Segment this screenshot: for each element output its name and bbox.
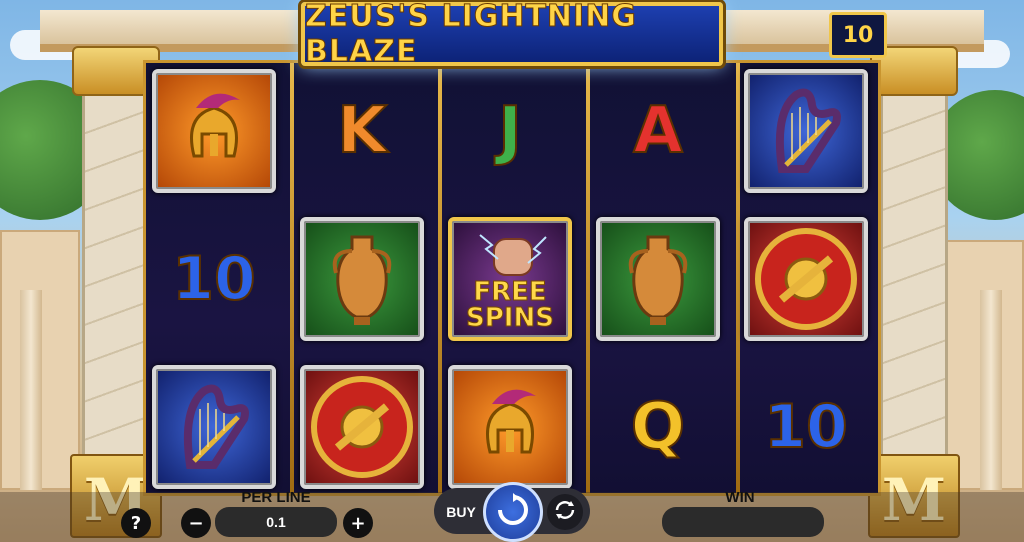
ace-symbol-text: A [632,93,684,169]
reel-1-row-1-symbol [150,67,278,195]
jack-symbol-text: J [497,93,523,169]
free-spins-text-line2: SPINS [466,303,555,333]
shield-icon [300,365,424,489]
reel-4-row-1-symbol: A [594,67,722,195]
reel-divider [290,63,294,493]
reel-1-row-3-symbol [150,363,278,491]
shield-icon [744,217,868,341]
lightning-fist-icon: FREE SPINS [448,217,572,341]
reel-2-row-1-symbol: K [298,67,426,195]
reel-2-row-3-symbol [298,363,426,491]
helmet-icon [448,365,572,489]
reel-4-row-2-symbol [594,215,722,343]
queen-symbol-text: Q [630,389,686,465]
game-title: ZEUS'S LIGHTNING BLAZE [305,0,637,70]
lines-count-badge: 10 [829,12,887,58]
win-label: WIN [725,489,755,506]
reel-3-row-2-symbol: FREE SPINS [446,215,574,343]
helmet-icon [152,69,276,193]
reel-4-row-3-symbol: Q [594,363,722,491]
harp-icon [744,69,868,193]
per-line-value: 0.1 [215,507,337,537]
buy-feature-button[interactable]: BUY [440,498,482,526]
reel-grid: 10 K J FREE SPINS A Q 10 [143,60,881,496]
reel-divider [586,63,590,493]
increase-bet-button[interactable]: + [343,508,373,538]
ten-symbol-text: 10 [763,391,848,463]
reel-divider [736,63,740,493]
reel-3-row-1-symbol: J [446,67,574,195]
free-spins-text-line1: FREE [473,277,547,307]
reel-2-row-2-symbol [298,215,426,343]
reel-1-row-2-symbol: 10 [150,215,278,343]
harp-icon [152,365,276,489]
reel-3-row-3-symbol [446,363,574,491]
decrease-bet-button[interactable]: − [181,508,211,538]
reel-5-row-3-symbol: 10 [742,363,870,491]
spin-button[interactable] [483,482,543,542]
ten-symbol-text: 10 [171,243,256,315]
per-line-label: PER LINE [241,489,311,506]
amphora-icon [300,217,424,341]
game-title-banner: ZEUS'S LIGHTNING BLAZE [301,0,723,70]
amphora-icon [596,217,720,341]
spin-icon [496,492,530,532]
win-value [662,507,824,537]
autoplay-icon [553,498,577,527]
king-symbol-text: K [336,93,388,169]
help-button[interactable]: ? [121,508,151,538]
autoplay-button[interactable] [547,494,583,530]
reel-5-row-2-symbol [742,215,870,343]
reel-5-row-1-symbol [742,67,870,195]
reel-divider [438,63,442,493]
